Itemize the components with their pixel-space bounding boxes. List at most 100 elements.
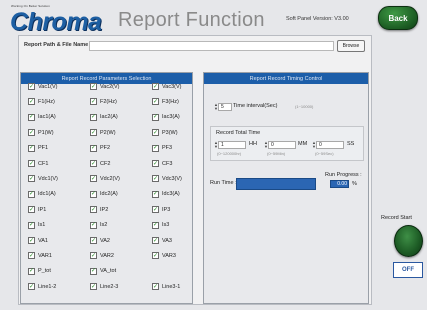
param-checkbox[interactable]: ✓ Line1-2 <box>28 283 56 291</box>
checkbox-checked-icon[interactable]: ✓ <box>90 83 97 90</box>
interval-input[interactable]: 5 <box>218 103 232 111</box>
report-path-label: Report Path & File Name <box>24 42 89 48</box>
checkbox-checked-icon[interactable]: ✓ <box>90 113 97 121</box>
param-checkbox[interactable]: ✓ IP2 <box>90 206 108 214</box>
hh-input[interactable]: 1 <box>218 141 246 149</box>
checkbox-checked-icon[interactable]: ✓ <box>152 252 159 260</box>
checkbox-checked-icon[interactable]: ✓ <box>90 221 97 229</box>
checkbox-checked-icon[interactable]: ✓ <box>28 283 35 291</box>
param-checkbox[interactable]: ✓ Is1 <box>28 221 45 229</box>
checkbox-checked-icon[interactable]: ✓ <box>152 160 159 167</box>
checkbox-checked-icon[interactable]: ✓ <box>28 237 35 244</box>
checkbox-checked-icon[interactable]: ✓ <box>90 267 97 275</box>
checkbox-checked-icon[interactable]: ✓ <box>90 283 97 291</box>
checkbox-checked-icon[interactable]: ✓ <box>90 252 97 260</box>
back-button[interactable]: Back <box>378 6 418 30</box>
checkbox-checked-icon[interactable]: ✓ <box>28 190 35 198</box>
checkbox-checked-icon[interactable]: ✓ <box>28 221 35 229</box>
checkbox-checked-icon[interactable]: ✓ <box>90 190 97 198</box>
run-time-label: Run Time : <box>210 180 237 186</box>
checkbox-checked-icon[interactable]: ✓ <box>152 221 159 229</box>
checkbox-checked-icon[interactable]: ✓ <box>152 206 159 214</box>
param-checkbox[interactable]: ✓ Line3-1 <box>152 283 180 291</box>
record-start-knob[interactable] <box>394 225 423 257</box>
checkbox-checked-icon[interactable]: ✓ <box>90 237 97 244</box>
checkbox-checked-icon[interactable]: ✓ <box>152 283 159 291</box>
checkbox-checked-icon[interactable]: ✓ <box>28 129 35 137</box>
param-checkbox[interactable]: ✓ VAR1 <box>28 252 52 260</box>
ss-spinner[interactable]: ▲ ▼ 0 <box>312 140 344 150</box>
param-checkbox[interactable]: ✓ Vdc1(V) <box>28 175 58 183</box>
param-checkbox[interactable]: ✓ Vdc3(V) <box>152 175 182 183</box>
param-checkbox[interactable]: ✓ CF3 <box>152 160 172 167</box>
mm-input[interactable]: 0 <box>268 141 296 149</box>
param-checkbox[interactable]: ✓ VA1 <box>28 237 48 244</box>
param-checkbox[interactable]: ✓ Vdc2(V) <box>90 175 120 183</box>
checkbox-checked-icon[interactable]: ✓ <box>152 190 159 198</box>
checkbox-checked-icon[interactable]: ✓ <box>90 206 97 214</box>
checkbox-checked-icon[interactable]: ✓ <box>28 98 35 106</box>
param-checkbox[interactable]: ✓ Vac2(V) <box>90 83 119 90</box>
checkbox-checked-icon[interactable]: ✓ <box>152 83 159 90</box>
param-checkbox-label: P_tot <box>38 268 51 275</box>
param-checkbox-label: CF3 <box>162 160 173 167</box>
checkbox-checked-icon[interactable]: ✓ <box>28 144 35 152</box>
checkbox-checked-icon[interactable]: ✓ <box>152 98 159 106</box>
param-checkbox[interactable]: ✓ PF3 <box>152 144 172 152</box>
checkbox-checked-icon[interactable]: ✓ <box>152 237 159 244</box>
checkbox-checked-icon[interactable]: ✓ <box>152 113 159 121</box>
param-checkbox[interactable]: ✓ Vac3(V) <box>152 83 181 90</box>
param-checkbox[interactable]: ✓ Idc3(A) <box>152 190 180 198</box>
mm-spinner[interactable]: ▲ ▼ 0 <box>264 140 296 150</box>
checkbox-checked-icon[interactable]: ✓ <box>28 252 35 260</box>
param-checkbox[interactable]: ✓ F1(Hz) <box>28 98 55 106</box>
param-checkbox[interactable]: ✓ P3(W) <box>152 129 178 137</box>
param-checkbox[interactable]: ✓ Iac3(A) <box>152 113 180 121</box>
param-checkbox[interactable]: ✓ F2(Hz) <box>90 98 117 106</box>
param-checkbox[interactable]: ✓ VA3 <box>152 237 172 244</box>
browse-button[interactable]: Browse <box>337 40 365 52</box>
param-checkbox[interactable]: ✓ PF1 <box>28 144 48 152</box>
checkbox-checked-icon[interactable]: ✓ <box>28 206 35 214</box>
checkbox-checked-icon[interactable]: ✓ <box>28 83 35 90</box>
param-checkbox[interactable]: ✓ Idc2(A) <box>90 190 118 198</box>
param-checkbox[interactable]: ✓ P2(W) <box>90 129 116 137</box>
checkbox-checked-icon[interactable]: ✓ <box>90 160 97 167</box>
param-checkbox[interactable]: ✓ VAR3 <box>152 252 176 260</box>
interval-spinner[interactable]: ▲ ▼ 5 <box>214 102 232 112</box>
report-path-input[interactable] <box>89 41 334 51</box>
ss-input[interactable]: 0 <box>316 141 344 149</box>
param-checkbox[interactable]: ✓ VAR2 <box>90 252 114 260</box>
param-checkbox[interactable]: ✓ Idc1(A) <box>28 190 56 198</box>
param-checkbox[interactable]: ✓ CF2 <box>90 160 110 167</box>
checkbox-checked-icon[interactable]: ✓ <box>90 144 97 152</box>
checkbox-checked-icon[interactable]: ✓ <box>152 175 159 183</box>
checkbox-checked-icon[interactable]: ✓ <box>152 129 159 137</box>
checkbox-checked-icon[interactable]: ✓ <box>28 113 35 121</box>
checkbox-checked-icon[interactable]: ✓ <box>90 129 97 137</box>
checkbox-checked-icon[interactable]: ✓ <box>28 267 35 275</box>
checkbox-checked-icon[interactable]: ✓ <box>28 160 35 167</box>
param-checkbox[interactable]: ✓ CF1 <box>28 160 48 167</box>
param-checkbox[interactable]: ✓ P1(W) <box>28 129 54 137</box>
param-checkbox[interactable]: ✓ VA_tot <box>90 267 116 275</box>
param-checkbox[interactable]: ✓ P_tot <box>28 267 51 275</box>
param-checkbox[interactable]: ✓ F3(Hz) <box>152 98 179 106</box>
param-checkbox[interactable]: ✓ Is3 <box>152 221 169 229</box>
param-checkbox[interactable]: ✓ Is2 <box>90 221 107 229</box>
param-checkbox[interactable]: ✓ Iac1(A) <box>28 113 56 121</box>
logo-text: Chroma <box>10 8 102 36</box>
param-checkbox[interactable]: ✓ PF2 <box>90 144 110 152</box>
hh-spinner[interactable]: ▲ ▼ 1 <box>214 140 246 150</box>
checkbox-checked-icon[interactable]: ✓ <box>28 175 35 183</box>
param-checkbox[interactable]: ✓ VA2 <box>90 237 110 244</box>
param-checkbox[interactable]: ✓ IP3 <box>152 206 170 214</box>
param-checkbox[interactable]: ✓ Line2-3 <box>90 283 118 291</box>
record-off-button[interactable]: OFF <box>393 262 423 278</box>
param-checkbox[interactable]: ✓ Vac1(V) <box>28 83 57 90</box>
checkbox-checked-icon[interactable]: ✓ <box>90 175 97 183</box>
checkbox-checked-icon[interactable]: ✓ <box>152 144 159 152</box>
checkbox-checked-icon[interactable]: ✓ <box>90 98 97 106</box>
param-checkbox[interactable]: ✓ Iac2(A) <box>90 113 118 121</box>
param-checkbox[interactable]: ✓ IP1 <box>28 206 46 214</box>
